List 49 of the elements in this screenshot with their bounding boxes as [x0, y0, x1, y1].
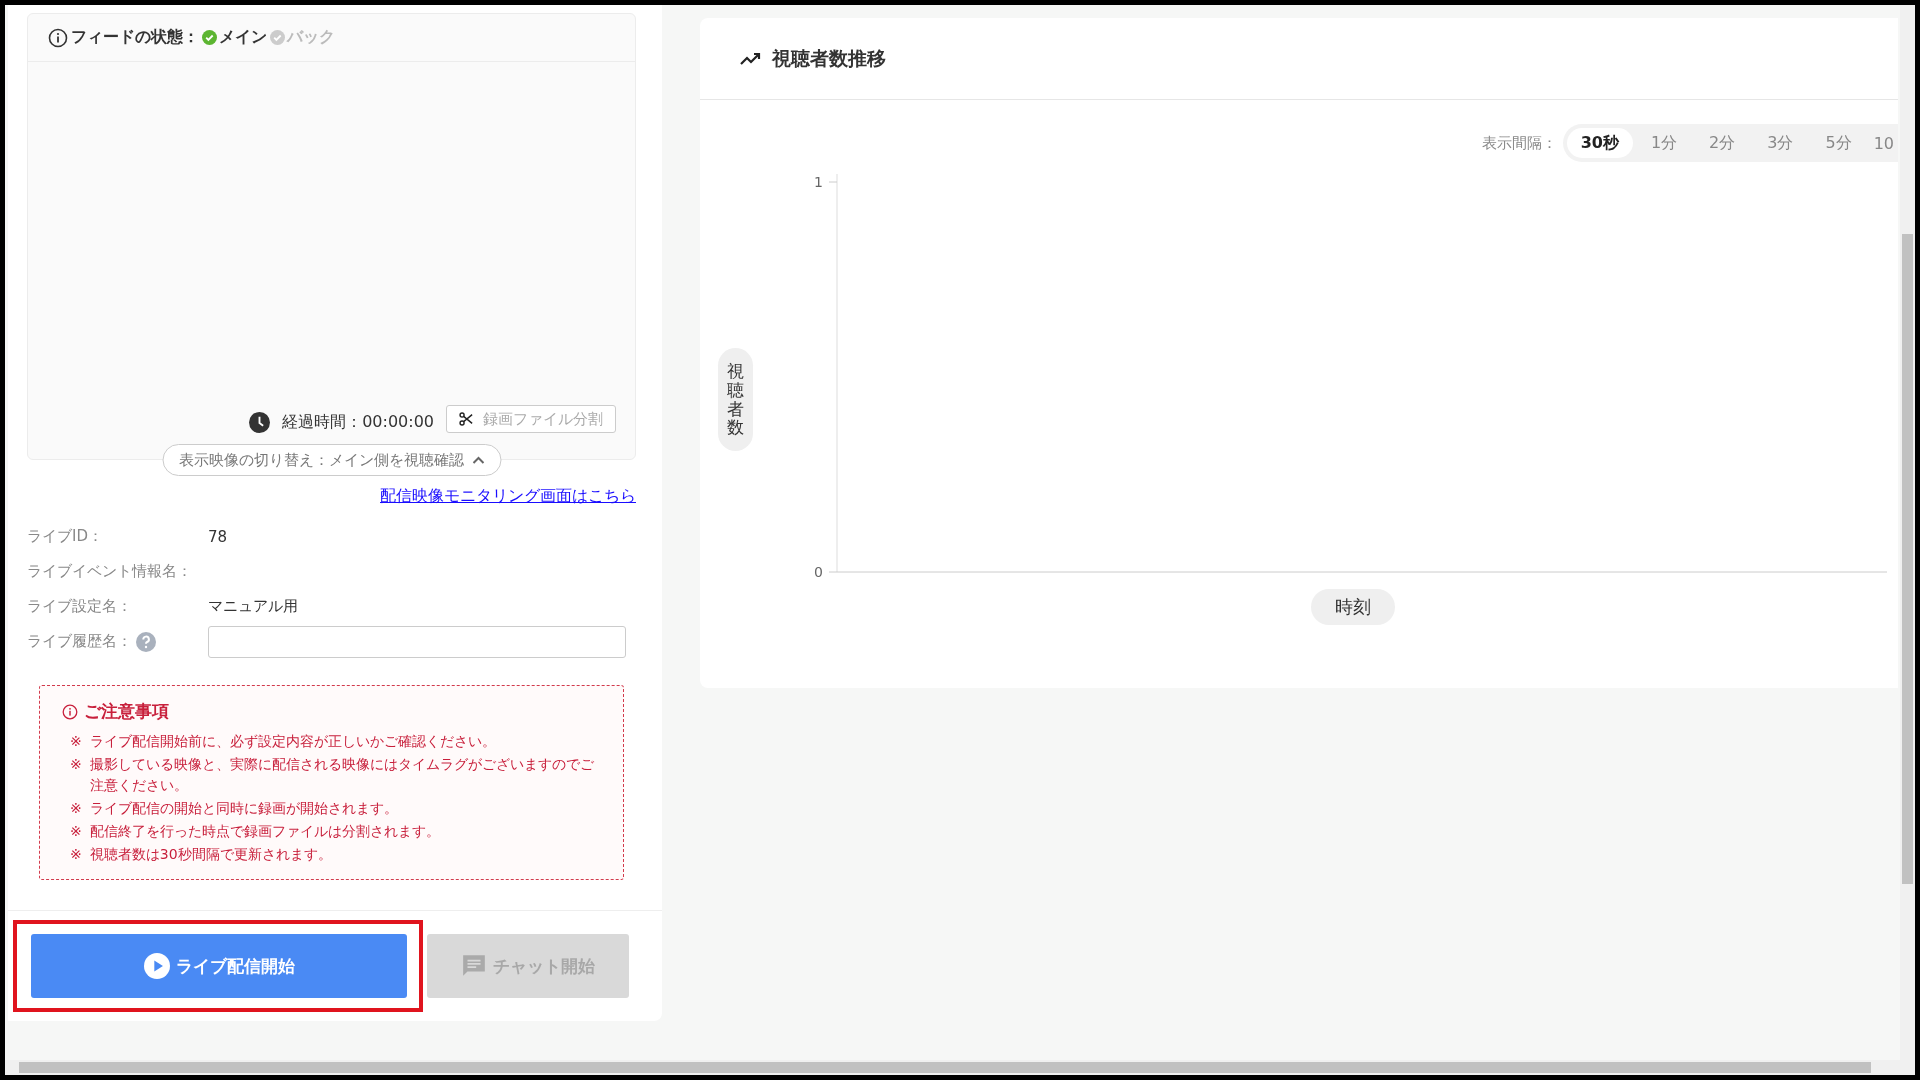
elapsed-time: 経過時間：00:00:00 [282, 412, 434, 433]
field-value: マニュアル用 [208, 597, 298, 616]
field-label: ライブ履歴名： [27, 631, 132, 652]
feed-source: バック [270, 27, 335, 48]
note-mark: ※ [70, 799, 82, 818]
notice-item: 撮影している映像と、実際に配信される映像にはタイムラグがございますのでご注意ください。 [89, 755, 595, 795]
chevron-icon [472, 456, 484, 464]
interval-label: 表示間隔： [1481, 133, 1557, 153]
y-axis-label: 視聴者数 [718, 348, 753, 451]
note-mark: ※ [70, 822, 82, 841]
scissors-icon [459, 412, 473, 426]
notice-item: 配信終了を行った時点で録画ファイルは分割されます。 [89, 822, 440, 841]
interval-tab[interactable]: 1分 [1636, 128, 1692, 158]
y-tick-label: 0 [814, 564, 823, 579]
field-label: ライブID： [27, 526, 103, 547]
chart-title: 視聴者数推移 [772, 45, 886, 71]
history-name-input[interactable] [208, 625, 626, 658]
interval-tab[interactable]: 2分 [1695, 128, 1750, 158]
note-mark: ※ [70, 845, 82, 864]
trend-icon [740, 51, 762, 66]
notice-title: ご注意事項 [84, 700, 169, 723]
field-label: ライブ設定名： [27, 596, 132, 617]
x-axis-label: 時刻 [1310, 589, 1395, 625]
info-icon [62, 703, 78, 720]
monitoring-link[interactable]: 配信映像モニタリング画面はこちら [380, 486, 636, 507]
vertical-scrollbar[interactable] [1900, 5, 1915, 1060]
feed-source: メイン [202, 27, 267, 48]
notice-item: ライブ配信の開始と同時に録画が開始されます。 [89, 799, 398, 818]
clock-icon [249, 412, 271, 433]
check-icon [270, 30, 285, 45]
field-label: ライブイベント情報名： [27, 561, 192, 582]
help-icon[interactable] [136, 631, 156, 652]
horizontal-scrollbar[interactable] [5, 1060, 1915, 1075]
note-mark: ※ [70, 755, 82, 774]
notice-item: 視聴者数は30秒間隔で更新されます。 [89, 845, 332, 864]
note-mark: ※ [70, 732, 82, 751]
interval-tab[interactable]: 10 [1869, 128, 1898, 158]
interval-tab[interactable]: 3分 [1753, 128, 1808, 158]
field-value: 78 [208, 527, 228, 546]
notice-item: ライブ配信開始前に、必ず設定内容が正しいかご確認ください。 [89, 732, 496, 751]
check-icon [202, 30, 217, 45]
info-icon [48, 27, 68, 48]
interval-tab[interactable]: 5分 [1811, 128, 1866, 158]
y-tick-label: 1 [814, 174, 823, 190]
feed-status-label: フィードの状態： [71, 27, 199, 48]
play-icon [143, 953, 170, 979]
view-toggle-button[interactable]: 表示映像の切り替え：メイン側を視聴確認 [162, 444, 501, 476]
start-live-button[interactable]: ライブ配信開始 [31, 934, 407, 998]
interval-tab[interactable]: 30秒 [1566, 128, 1633, 158]
